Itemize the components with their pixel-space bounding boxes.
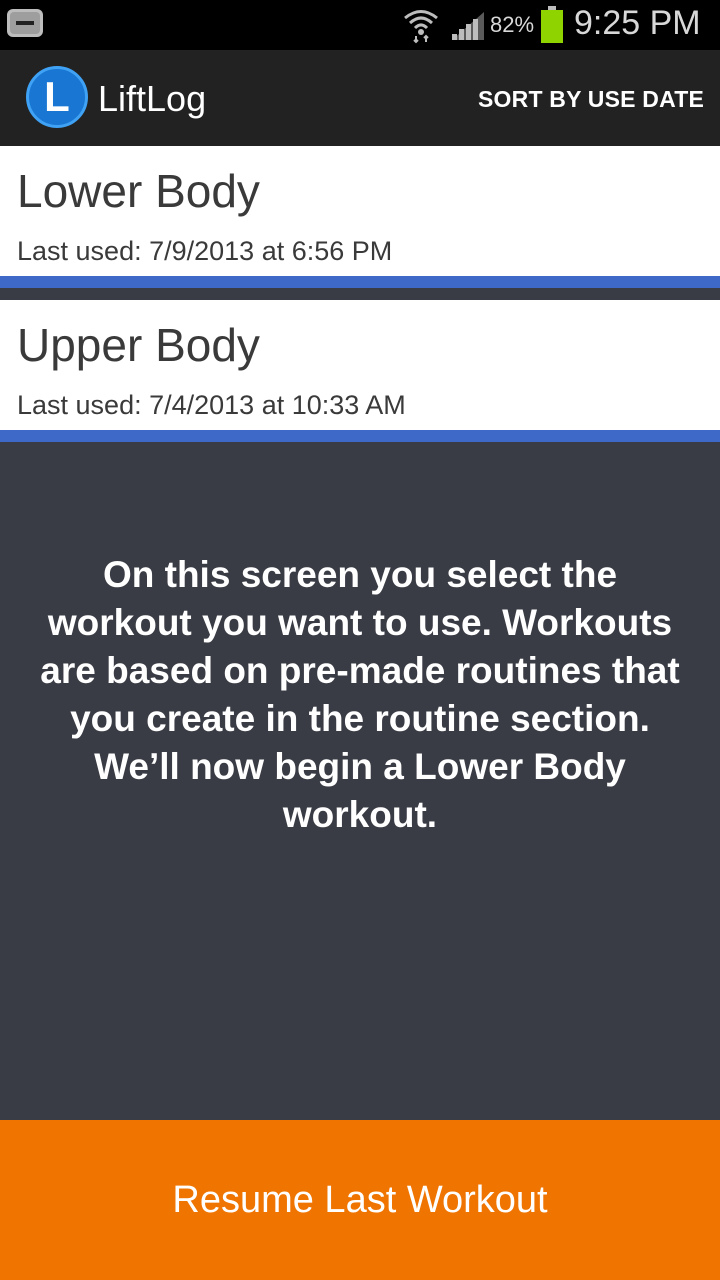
signal-icon: [452, 12, 484, 40]
resume-button-label: Resume Last Workout: [172, 1179, 548, 1221]
battery-percent: 82%: [490, 12, 535, 37]
app-logo-icon: L: [26, 66, 88, 128]
workout-last-used: Last used: 7/9/2013 at 6:56 PM: [17, 236, 393, 266]
status-time: 9:25 PM: [574, 4, 701, 42]
back-icon[interactable]: [6, 8, 44, 38]
sort-by-use-date-button[interactable]: SORT BY USE DATE: [478, 86, 704, 113]
workout-name: Upper Body: [17, 319, 260, 371]
app-title: LiftLog: [98, 78, 207, 119]
workout-list: Lower Body Last used: 7/9/2013 at 6:56 P…: [0, 146, 720, 442]
tutorial-text: On this screen you select the workout yo…: [40, 554, 680, 835]
workout-name: Lower Body: [17, 165, 260, 217]
status-bar: 82% 9:25 PM: [0, 0, 720, 50]
workout-item-lower-body[interactable]: Lower Body Last used: 7/9/2013 at 6:56 P…: [0, 146, 720, 288]
battery-icon: [541, 6, 563, 43]
action-bar: L LiftLog SORT BY USE DATE: [0, 50, 720, 146]
workout-last-used: Last used: 7/4/2013 at 10:33 AM: [17, 390, 406, 420]
wifi-icon: [404, 10, 438, 44]
resume-last-workout-button[interactable]: Resume Last Workout: [0, 1120, 720, 1280]
tutorial-overlay: On this screen you select the workout yo…: [0, 443, 720, 1120]
logo-letter: L: [44, 73, 70, 120]
workout-item-upper-body[interactable]: Upper Body Last used: 7/4/2013 at 10:33 …: [0, 300, 720, 442]
